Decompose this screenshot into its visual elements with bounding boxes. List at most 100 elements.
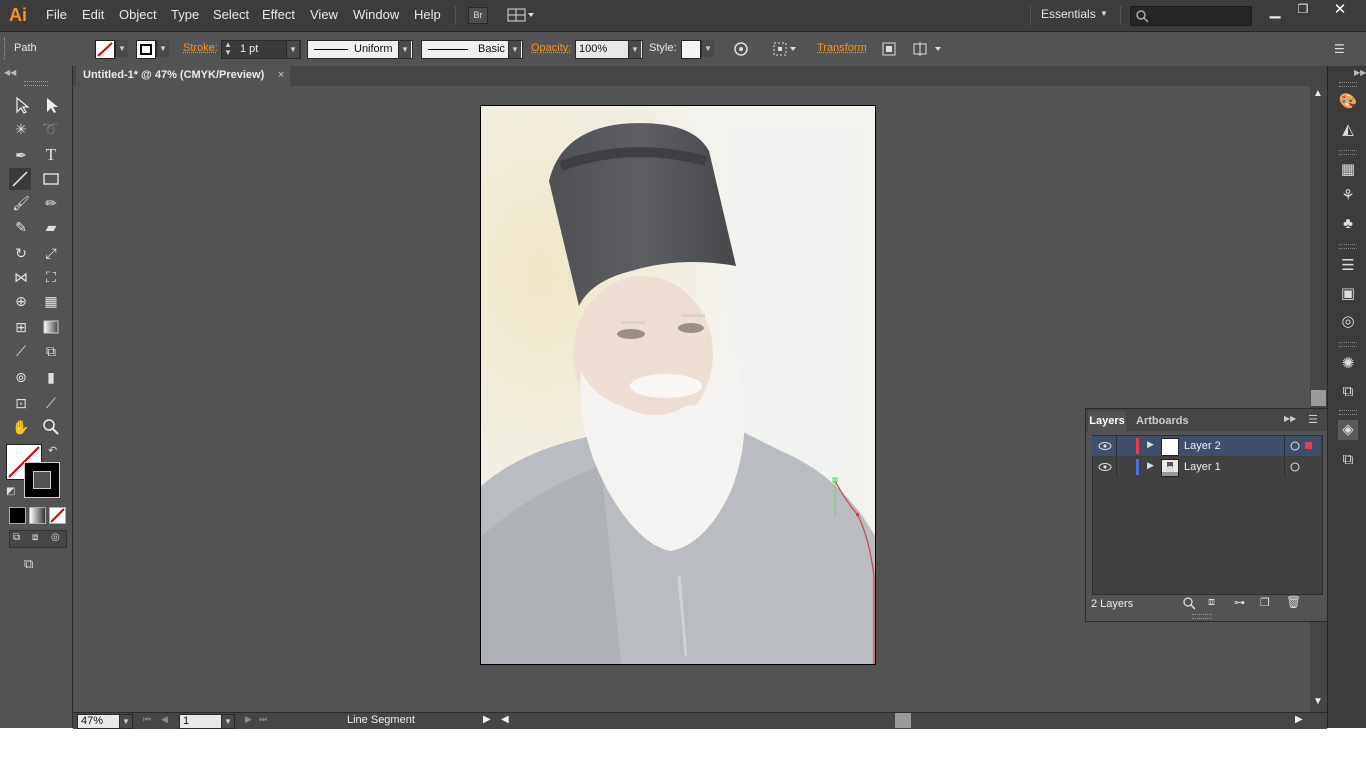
gradient-panel-icon[interactable]: ▣ <box>1338 284 1358 304</box>
make-clipping-mask-icon[interactable]: ⧈ <box>1208 596 1215 609</box>
swap-fill-stroke-icon[interactable]: ↶ <box>48 444 57 457</box>
stroke-panel-link[interactable]: Stroke: <box>183 42 218 54</box>
first-artboard-icon[interactable]: ⏮ <box>143 714 151 725</box>
collapse-panel-icon[interactable]: ◀◀ <box>4 68 16 77</box>
expand-layer-icon[interactable]: ▶ <box>1147 439 1154 450</box>
zoom-tool[interactable] <box>40 416 62 438</box>
placed-photo-image[interactable] <box>481 106 875 664</box>
previous-artboard-icon[interactable]: ◀ <box>161 714 168 725</box>
restore-button[interactable]: ❐ <box>1290 2 1316 20</box>
type-tool[interactable]: T <box>40 144 62 166</box>
lock-toggle[interactable] <box>1118 436 1134 456</box>
brushes-icon[interactable]: ⚘ <box>1338 186 1358 206</box>
document-tab[interactable]: Untitled-1* @ 47% (CMYK/Preview) × <box>76 66 290 86</box>
graphic-style-swatch[interactable] <box>681 40 701 59</box>
close-tab-icon[interactable]: × <box>278 69 284 81</box>
last-artboard-icon[interactable]: ⏭ <box>259 714 267 725</box>
variable-width-profile-select[interactable]: Uniform ▼ <box>307 40 413 59</box>
align-to-button[interactable] <box>771 40 799 58</box>
tab-artboards[interactable]: Artboards <box>1136 411 1189 431</box>
stroke-panel-icon[interactable]: ☰ <box>1338 256 1358 276</box>
graphic-style-dropdown[interactable]: ▼ <box>701 40 714 57</box>
layer-name[interactable]: Layer 2 <box>1184 440 1221 452</box>
artboard[interactable] <box>480 105 876 665</box>
variable-width-dropdown[interactable]: ▼ <box>398 41 411 58</box>
direct-selection-tool[interactable] <box>40 94 62 116</box>
appearance-icon[interactable]: ✺ <box>1338 354 1358 374</box>
opacity-panel-link[interactable]: Opacity: <box>531 42 571 54</box>
panel-resize-grip[interactable] <box>1192 614 1212 619</box>
color-mode-button[interactable] <box>9 507 26 524</box>
target-circle-icon[interactable] <box>1289 440 1301 452</box>
close-window-button[interactable]: ✕ <box>1320 0 1360 20</box>
magic-wand-tool[interactable]: ✳ <box>10 118 32 140</box>
scroll-right-icon[interactable]: ▶ <box>1295 714 1303 725</box>
stroke-dropdown[interactable]: ▼ <box>156 40 169 57</box>
fill-color-swatch[interactable] <box>95 40 115 59</box>
menu-effect[interactable]: Effect <box>262 7 295 22</box>
arrange-documents-button[interactable] <box>507 7 535 23</box>
artboards-panel-icon[interactable]: ⧉ <box>1338 450 1358 470</box>
draw-normal-icon[interactable]: ⧉ <box>13 532 20 543</box>
eyedropper-tool[interactable]: ⟋ <box>10 340 32 362</box>
default-fill-stroke-icon[interactable]: ◩ <box>6 486 15 497</box>
dock-grip[interactable] <box>1339 244 1357 249</box>
menu-edit[interactable]: Edit <box>82 7 104 22</box>
shape-builder-tool[interactable]: ⊕ <box>10 290 32 312</box>
color-guide-icon[interactable]: 🎨 <box>1338 92 1358 112</box>
menu-object[interactable]: Object <box>119 7 157 22</box>
tab-layers[interactable]: Layers <box>1088 411 1126 431</box>
scale-tool[interactable]: ⤢ <box>40 242 62 264</box>
stroke-color-swatch[interactable] <box>136 40 156 59</box>
menu-type[interactable]: Type <box>171 7 199 22</box>
control-bar-grip[interactable] <box>4 38 9 60</box>
more-options-button[interactable] <box>911 40 945 58</box>
paintbrush-tool[interactable]: 🖌 <box>10 192 32 214</box>
color-panel-icon[interactable]: ◭ <box>1338 120 1358 140</box>
menu-file[interactable]: File <box>46 7 67 22</box>
blend-tool[interactable]: ⧉ <box>40 340 62 362</box>
mesh-tool[interactable]: ⊞ <box>10 316 32 338</box>
artboard-number-field[interactable]: 1 ▼ <box>179 714 235 729</box>
slice-tool[interactable]: ⟋ <box>40 392 62 414</box>
draw-behind-icon[interactable]: ⧈ <box>32 532 38 543</box>
vertical-scroll-thumb[interactable] <box>1311 390 1326 406</box>
pencil-tool[interactable]: ✏ <box>40 192 62 214</box>
expand-layer-icon[interactable]: ▶ <box>1147 460 1154 471</box>
status-menu-arrow-icon[interactable]: ▶ <box>483 714 491 725</box>
menu-help[interactable]: Help <box>414 7 441 22</box>
delete-layer-icon[interactable]: 🗑 <box>1286 595 1301 609</box>
control-bar-menu-icon[interactable]: ☰ <box>1334 42 1350 56</box>
workspace-chevron-down-icon[interactable]: ▼ <box>1100 9 1108 18</box>
perspective-grid-tool[interactable]: ▦ <box>40 290 62 312</box>
hand-tool[interactable]: ✋ <box>10 416 32 438</box>
expand-panels-icon[interactable]: ▶▶ <box>1354 68 1366 77</box>
transform-panel-link[interactable]: Transform <box>817 42 867 54</box>
selection-tool[interactable] <box>10 94 32 116</box>
locate-object-icon[interactable] <box>1182 596 1196 610</box>
visibility-eye-icon[interactable] <box>1097 461 1113 473</box>
screen-mode-button[interactable]: ⧉ <box>24 556 46 572</box>
target-circle-icon[interactable] <box>1289 461 1301 473</box>
none-mode-button[interactable] <box>49 507 66 524</box>
scroll-up-icon[interactable]: ▲ <box>1313 88 1323 99</box>
width-tool[interactable]: ⋈ <box>10 266 32 288</box>
fill-dropdown[interactable]: ▼ <box>115 40 128 57</box>
workspace-switcher[interactable]: Essentials <box>1041 7 1096 21</box>
line-segment-tool[interactable] <box>9 168 31 190</box>
transparency-icon[interactable]: ◎ <box>1338 312 1358 332</box>
layers-panel-icon[interactable]: ◈ <box>1338 420 1358 440</box>
artboard-number-dropdown[interactable]: ▼ <box>221 715 234 728</box>
minimize-button[interactable]: ▁ <box>1262 2 1288 20</box>
visibility-eye-icon[interactable] <box>1097 440 1113 452</box>
selection-indicator[interactable] <box>1305 442 1312 449</box>
symbols-icon[interactable]: ♣ <box>1338 214 1358 234</box>
create-sublayer-icon[interactable]: ⊶ <box>1234 596 1245 609</box>
create-new-layer-icon[interactable]: ❐ <box>1260 596 1270 609</box>
brush-definition-select[interactable]: Basic ▼ <box>421 40 523 59</box>
isolate-selected-button[interactable] <box>880 40 898 58</box>
column-graph-tool[interactable]: ▮ <box>40 366 62 388</box>
lock-toggle[interactable] <box>1118 457 1134 477</box>
opacity-field[interactable]: 100% ▼ <box>575 40 643 59</box>
draw-inside-icon[interactable]: ◎ <box>51 532 60 543</box>
